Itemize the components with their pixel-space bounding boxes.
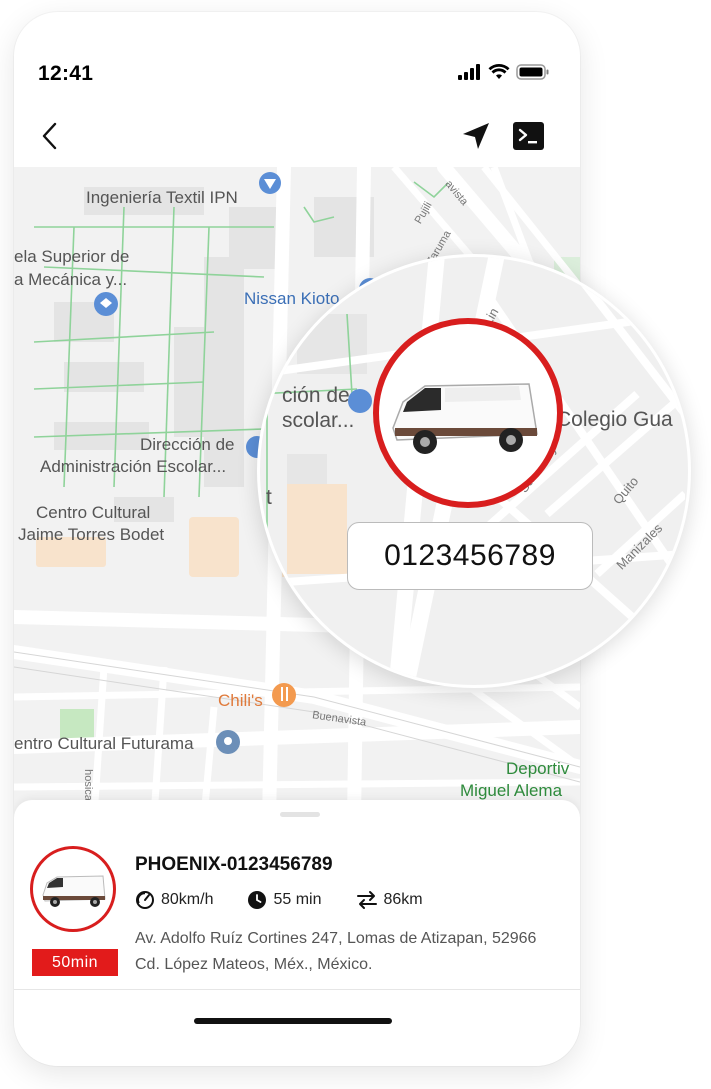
vehicle-info-sheet[interactable]: 50min PHOENIX-0123456789 80km/h 55 min 8…: [14, 800, 580, 1066]
poi-deportivo-label-2: Miguel Alema: [460, 781, 563, 800]
battery-icon: [516, 64, 549, 80]
speed-stat: 80km/h: [135, 890, 213, 910]
van-icon: [392, 383, 538, 454]
terminal-icon[interactable]: [513, 122, 544, 150]
vehicle-marker[interactable]: [373, 318, 563, 508]
street-hosica: hosica: [81, 769, 94, 801]
eta-badge: 50min: [32, 949, 118, 976]
van-icon: [42, 875, 106, 907]
poi-escuela-label-1: ela Superior de: [14, 247, 130, 266]
sheet-grabber[interactable]: [280, 812, 320, 817]
time-stat: 55 min: [247, 890, 322, 910]
poi-ingenieria-label: Ingeniería Textil IPN: [86, 188, 238, 207]
mag-direccion-label-1: ción de: [282, 384, 350, 407]
vehicle-avatar: [30, 846, 116, 932]
vehicle-name: PHOENIX-0123456789: [135, 854, 333, 875]
vehicle-address: Av. Adolfo Ruíz Cortines 247, Lomas de A…: [135, 930, 537, 973]
poi-chilis-label: Chili's: [218, 691, 263, 710]
mag-colegio-label: Colegio Gua: [556, 408, 673, 431]
route-icon: [356, 891, 377, 909]
poi-centro-label-1: Centro Cultural: [36, 503, 151, 522]
speed-value: 80km/h: [161, 891, 214, 908]
poi-centro-label-2: Jaime Torres Bodet: [18, 525, 165, 544]
clock-icon: [248, 891, 267, 909]
speedometer-icon: [136, 891, 154, 909]
status-icons: [458, 64, 550, 80]
time-value: 55 min: [273, 891, 322, 908]
poi-futurama-label: entro Cultural Futurama: [14, 734, 194, 753]
poi-deportivo-label-1: Deportiv: [506, 759, 570, 778]
distance-value: 86km: [383, 891, 423, 908]
mag-direccion-label-2: scolar...: [282, 409, 355, 432]
sheet-divider: [14, 989, 580, 990]
poi-escuela-label-2: a Mecánica y...: [14, 270, 128, 289]
cellular-icon: [458, 64, 480, 80]
status-time: 12:41: [38, 62, 94, 85]
phone-number-label: 0123456789: [347, 522, 593, 590]
home-indicator[interactable]: [194, 1018, 392, 1024]
location-arrow-icon[interactable]: [460, 120, 492, 152]
distance-stat: 86km: [356, 890, 423, 910]
poi-direccion-label-2: Administración Escolar...: [40, 457, 227, 476]
mag-t-label: t: [266, 486, 272, 509]
vehicle-stats: 80km/h 55 min 86km: [135, 890, 457, 910]
back-chevron-icon[interactable]: [36, 120, 68, 152]
poi-direccion-label-1: Dirección de: [140, 435, 235, 454]
wifi-icon: [488, 64, 510, 79]
map-magnifier: ción de scolar... Colegio Gua t Quito Ma…: [257, 254, 691, 688]
